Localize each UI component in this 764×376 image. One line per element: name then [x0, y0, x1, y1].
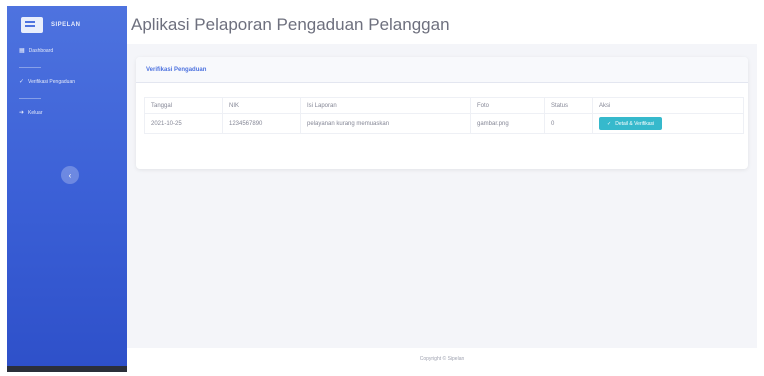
- topbar: Aplikasi Pelaporan Pengaduan Pelanggan: [127, 6, 757, 44]
- footer-copyright: Copyright © Sipelan: [419, 356, 465, 362]
- column-header-status: Status: [544, 97, 593, 114]
- cell-nik: 1234567890: [222, 113, 301, 134]
- sidebar-item-keluar[interactable]: ➜ Keluar: [7, 106, 127, 120]
- sidebar-item-dashboard[interactable]: ▦ Dashboard: [7, 44, 127, 58]
- column-header-aksi: Aksi: [592, 97, 744, 114]
- dashboard-icon: ▦: [19, 48, 25, 54]
- sidebar-toggle-button[interactable]: ‹: [61, 166, 79, 184]
- sidebar-item-label: Verifikasi Pengaduan: [28, 79, 76, 85]
- table-row: 2021-10-25 1234567890 pelayanan kurang m…: [144, 113, 744, 134]
- sidebar-item-label: Dashboard: [28, 48, 54, 54]
- sidebar-bottom-bar: [7, 366, 127, 372]
- detail-verify-button[interactable]: ✓ Detail & Verifikasi: [599, 117, 663, 130]
- verification-card: Verifikasi Pengaduan Tanggal NIK Isi Lap…: [136, 57, 748, 169]
- cell-foto: gambar.png: [470, 113, 545, 134]
- button-label: Detail & Verifikasi: [615, 120, 655, 127]
- column-header-nik: NIK: [222, 97, 301, 114]
- sidebar-divider: [19, 67, 41, 68]
- sidebar-item-label: Keluar: [28, 110, 43, 116]
- table-header-row: Tanggal NIK Isi Laporan Foto Status Aksi: [144, 97, 744, 114]
- cell-aksi: ✓ Detail & Verifikasi: [592, 113, 744, 134]
- column-header-isi-laporan: Isi Laporan: [300, 97, 471, 114]
- card-header: Verifikasi Pengaduan: [136, 57, 748, 83]
- chevron-left-icon: ‹: [68, 170, 72, 180]
- check-icon: ✓: [607, 120, 612, 127]
- main-content: Aplikasi Pelaporan Pengaduan Pelanggan V…: [127, 6, 757, 370]
- sidebar-divider: [19, 98, 41, 99]
- logout-icon: ➜: [19, 110, 25, 116]
- brand-name: SIPELAN: [51, 22, 81, 28]
- column-header-foto: Foto: [470, 97, 545, 114]
- page-title: Aplikasi Pelaporan Pengaduan Pelanggan: [131, 15, 450, 34]
- check-icon: ✓: [19, 79, 25, 85]
- card-title: Verifikasi Pengaduan: [146, 66, 207, 73]
- sidebar: SIPELAN ▦ Dashboard ✓ Verifikasi Pengadu…: [7, 6, 127, 370]
- app-window: SIPELAN ▦ Dashboard ✓ Verifikasi Pengadu…: [0, 0, 764, 376]
- column-header-tanggal: Tanggal: [144, 97, 223, 114]
- complaints-table: Tanggal NIK Isi Laporan Foto Status Aksi…: [144, 97, 744, 134]
- footer: Copyright © Sipelan: [127, 348, 757, 370]
- brand-logo-icon: [21, 17, 43, 33]
- sidebar-brand[interactable]: SIPELAN: [7, 6, 127, 44]
- cell-status: 0: [544, 113, 593, 134]
- cell-tanggal: 2021-10-25: [144, 113, 223, 134]
- sidebar-item-verifikasi[interactable]: ✓ Verifikasi Pengaduan: [7, 75, 127, 89]
- cell-isi-laporan: pelayanan kurang memuaskan: [300, 113, 471, 134]
